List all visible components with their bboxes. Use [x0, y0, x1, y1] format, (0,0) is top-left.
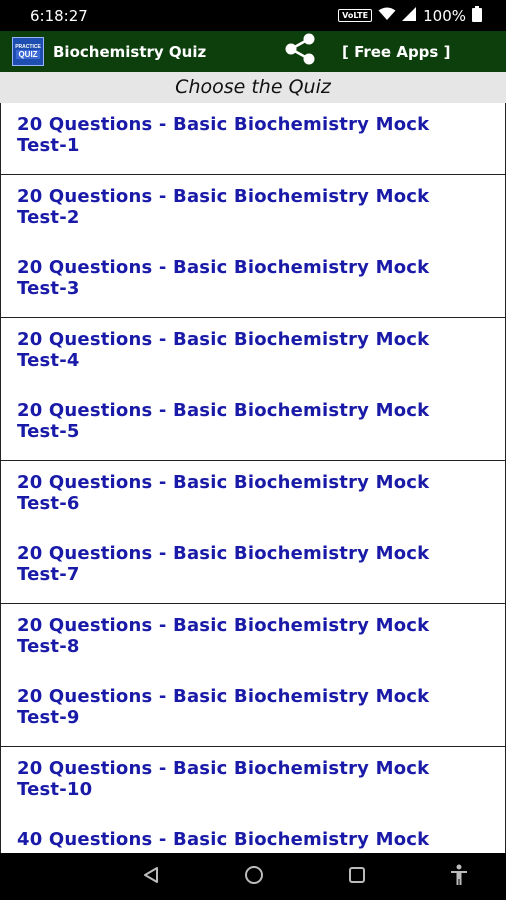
status-icons: VoLTE 100% — [338, 5, 482, 26]
quiz-list: 20 Questions - Basic Biochemistry Mock Te… — [0, 103, 506, 853]
recents-square-icon — [347, 865, 367, 890]
quiz-title-line2: Test-3 — [17, 278, 80, 299]
quiz-title-line2: Test-5 — [17, 421, 80, 442]
free-apps-link[interactable]: [ Free Apps ] — [342, 43, 450, 61]
app-bar: PRACTICE QUIZ Biochemistry Quiz [ Free A… — [0, 31, 506, 72]
quiz-item-label: 20 Questions - Basic Biochemistry Mock Te… — [17, 257, 487, 299]
quiz-item[interactable]: 40 Questions - Basic Biochemistry Mock — [0, 818, 506, 853]
quiz-item-label: 20 Questions - Basic Biochemistry Mock Te… — [17, 543, 487, 585]
back-triangle-icon — [141, 865, 161, 890]
quiz-item[interactable]: 20 Questions - Basic Biochemistry Mock Te… — [0, 103, 506, 175]
share-icon — [282, 32, 318, 71]
wifi-icon — [378, 7, 396, 25]
home-circle-icon — [244, 865, 264, 890]
quiz-item-label: 20 Questions - Basic Biochemistry Mock Te… — [17, 186, 487, 228]
app-title: Biochemistry Quiz — [53, 42, 207, 61]
battery-percent: 100% — [423, 6, 466, 25]
quiz-title-line2: Test-4 — [17, 349, 80, 371]
quiz-title-line1: 20 Questions - Basic Biochemistry Mock — [17, 543, 430, 564]
status-bar: 6:18:27 VoLTE 100% — [0, 0, 506, 31]
quiz-item[interactable]: 20 Questions - Basic Biochemistry Mock Te… — [0, 603, 506, 676]
accessibility-button[interactable] — [445, 863, 473, 891]
quiz-item-label: 20 Questions - Basic Biochemistry Mock Te… — [17, 114, 487, 156]
quiz-title-line2: Test-6 — [17, 492, 80, 514]
quiz-title-line1: 20 Questions - Basic Biochemistry Mock — [17, 114, 430, 135]
app-logo: PRACTICE QUIZ — [12, 37, 44, 66]
accessibility-icon — [449, 864, 469, 891]
quiz-title-line1: 20 Questions - Basic Biochemistry Mock — [17, 185, 430, 207]
quiz-title-line2: Test-1 — [17, 135, 80, 156]
quiz-item[interactable]: 20 Questions - Basic Biochemistry Mock Te… — [0, 174, 506, 247]
back-button[interactable] — [137, 863, 165, 891]
quiz-item-label: 20 Questions - Basic Biochemistry Mock Te… — [17, 758, 487, 800]
quiz-item-label: 20 Questions - Basic Biochemistry Mock Te… — [17, 472, 487, 514]
page-title: Choose the Quiz — [0, 72, 506, 103]
quiz-item-label: 20 Questions - Basic Biochemistry Mock Te… — [17, 615, 487, 657]
logo-main-text: QUIZ — [16, 50, 40, 59]
quiz-title-line1: 20 Questions - Basic Biochemistry Mock — [17, 686, 430, 707]
quiz-item[interactable]: 20 Questions - Basic Biochemistry Mock Te… — [0, 246, 506, 318]
quiz-title-line2: Test-10 — [17, 778, 93, 800]
navigation-bar — [0, 853, 506, 900]
quiz-title-line1: 20 Questions - Basic Biochemistry Mock — [17, 471, 430, 493]
quiz-title-line2: Test-9 — [17, 707, 80, 728]
quiz-title-line1: 20 Questions - Basic Biochemistry Mock — [17, 614, 430, 636]
quiz-item-label: 40 Questions - Basic Biochemistry Mock — [17, 829, 487, 850]
quiz-item-label: 20 Questions - Basic Biochemistry Mock Te… — [17, 329, 487, 371]
quiz-title-line1: 20 Questions - Basic Biochemistry Mock — [17, 400, 430, 421]
battery-icon — [472, 5, 482, 26]
quiz-item[interactable]: 20 Questions - Basic Biochemistry Mock Te… — [0, 460, 506, 533]
quiz-item[interactable]: 20 Questions - Basic Biochemistry Mock Te… — [0, 675, 506, 747]
quiz-item-label: 20 Questions - Basic Biochemistry Mock Te… — [17, 686, 487, 728]
volte-badge: VoLTE — [338, 9, 373, 22]
quiz-item[interactable]: 20 Questions - Basic Biochemistry Mock Te… — [0, 317, 506, 390]
quiz-title-line1: 20 Questions - Basic Biochemistry Mock — [17, 257, 430, 278]
quiz-title-line1: 20 Questions - Basic Biochemistry Mock — [17, 757, 430, 779]
recents-button[interactable] — [343, 863, 371, 891]
quiz-item[interactable]: 20 Questions - Basic Biochemistry Mock Te… — [0, 746, 506, 819]
signal-icon — [402, 6, 417, 25]
quiz-title-line2: Test-7 — [17, 564, 80, 585]
share-button[interactable] — [280, 32, 320, 72]
quiz-item-label: 20 Questions - Basic Biochemistry Mock Te… — [17, 400, 487, 442]
quiz-title-line1: 20 Questions - Basic Biochemistry Mock — [17, 328, 430, 350]
quiz-title-line1: 40 Questions - Basic Biochemistry Mock — [17, 829, 430, 850]
quiz-item[interactable]: 20 Questions - Basic Biochemistry Mock Te… — [0, 532, 506, 604]
status-time: 6:18:27 — [30, 6, 88, 25]
quiz-title-line2: Test-8 — [17, 635, 80, 657]
quiz-item[interactable]: 20 Questions - Basic Biochemistry Mock Te… — [0, 389, 506, 461]
home-button[interactable] — [240, 863, 268, 891]
quiz-title-line2: Test-2 — [17, 206, 80, 228]
